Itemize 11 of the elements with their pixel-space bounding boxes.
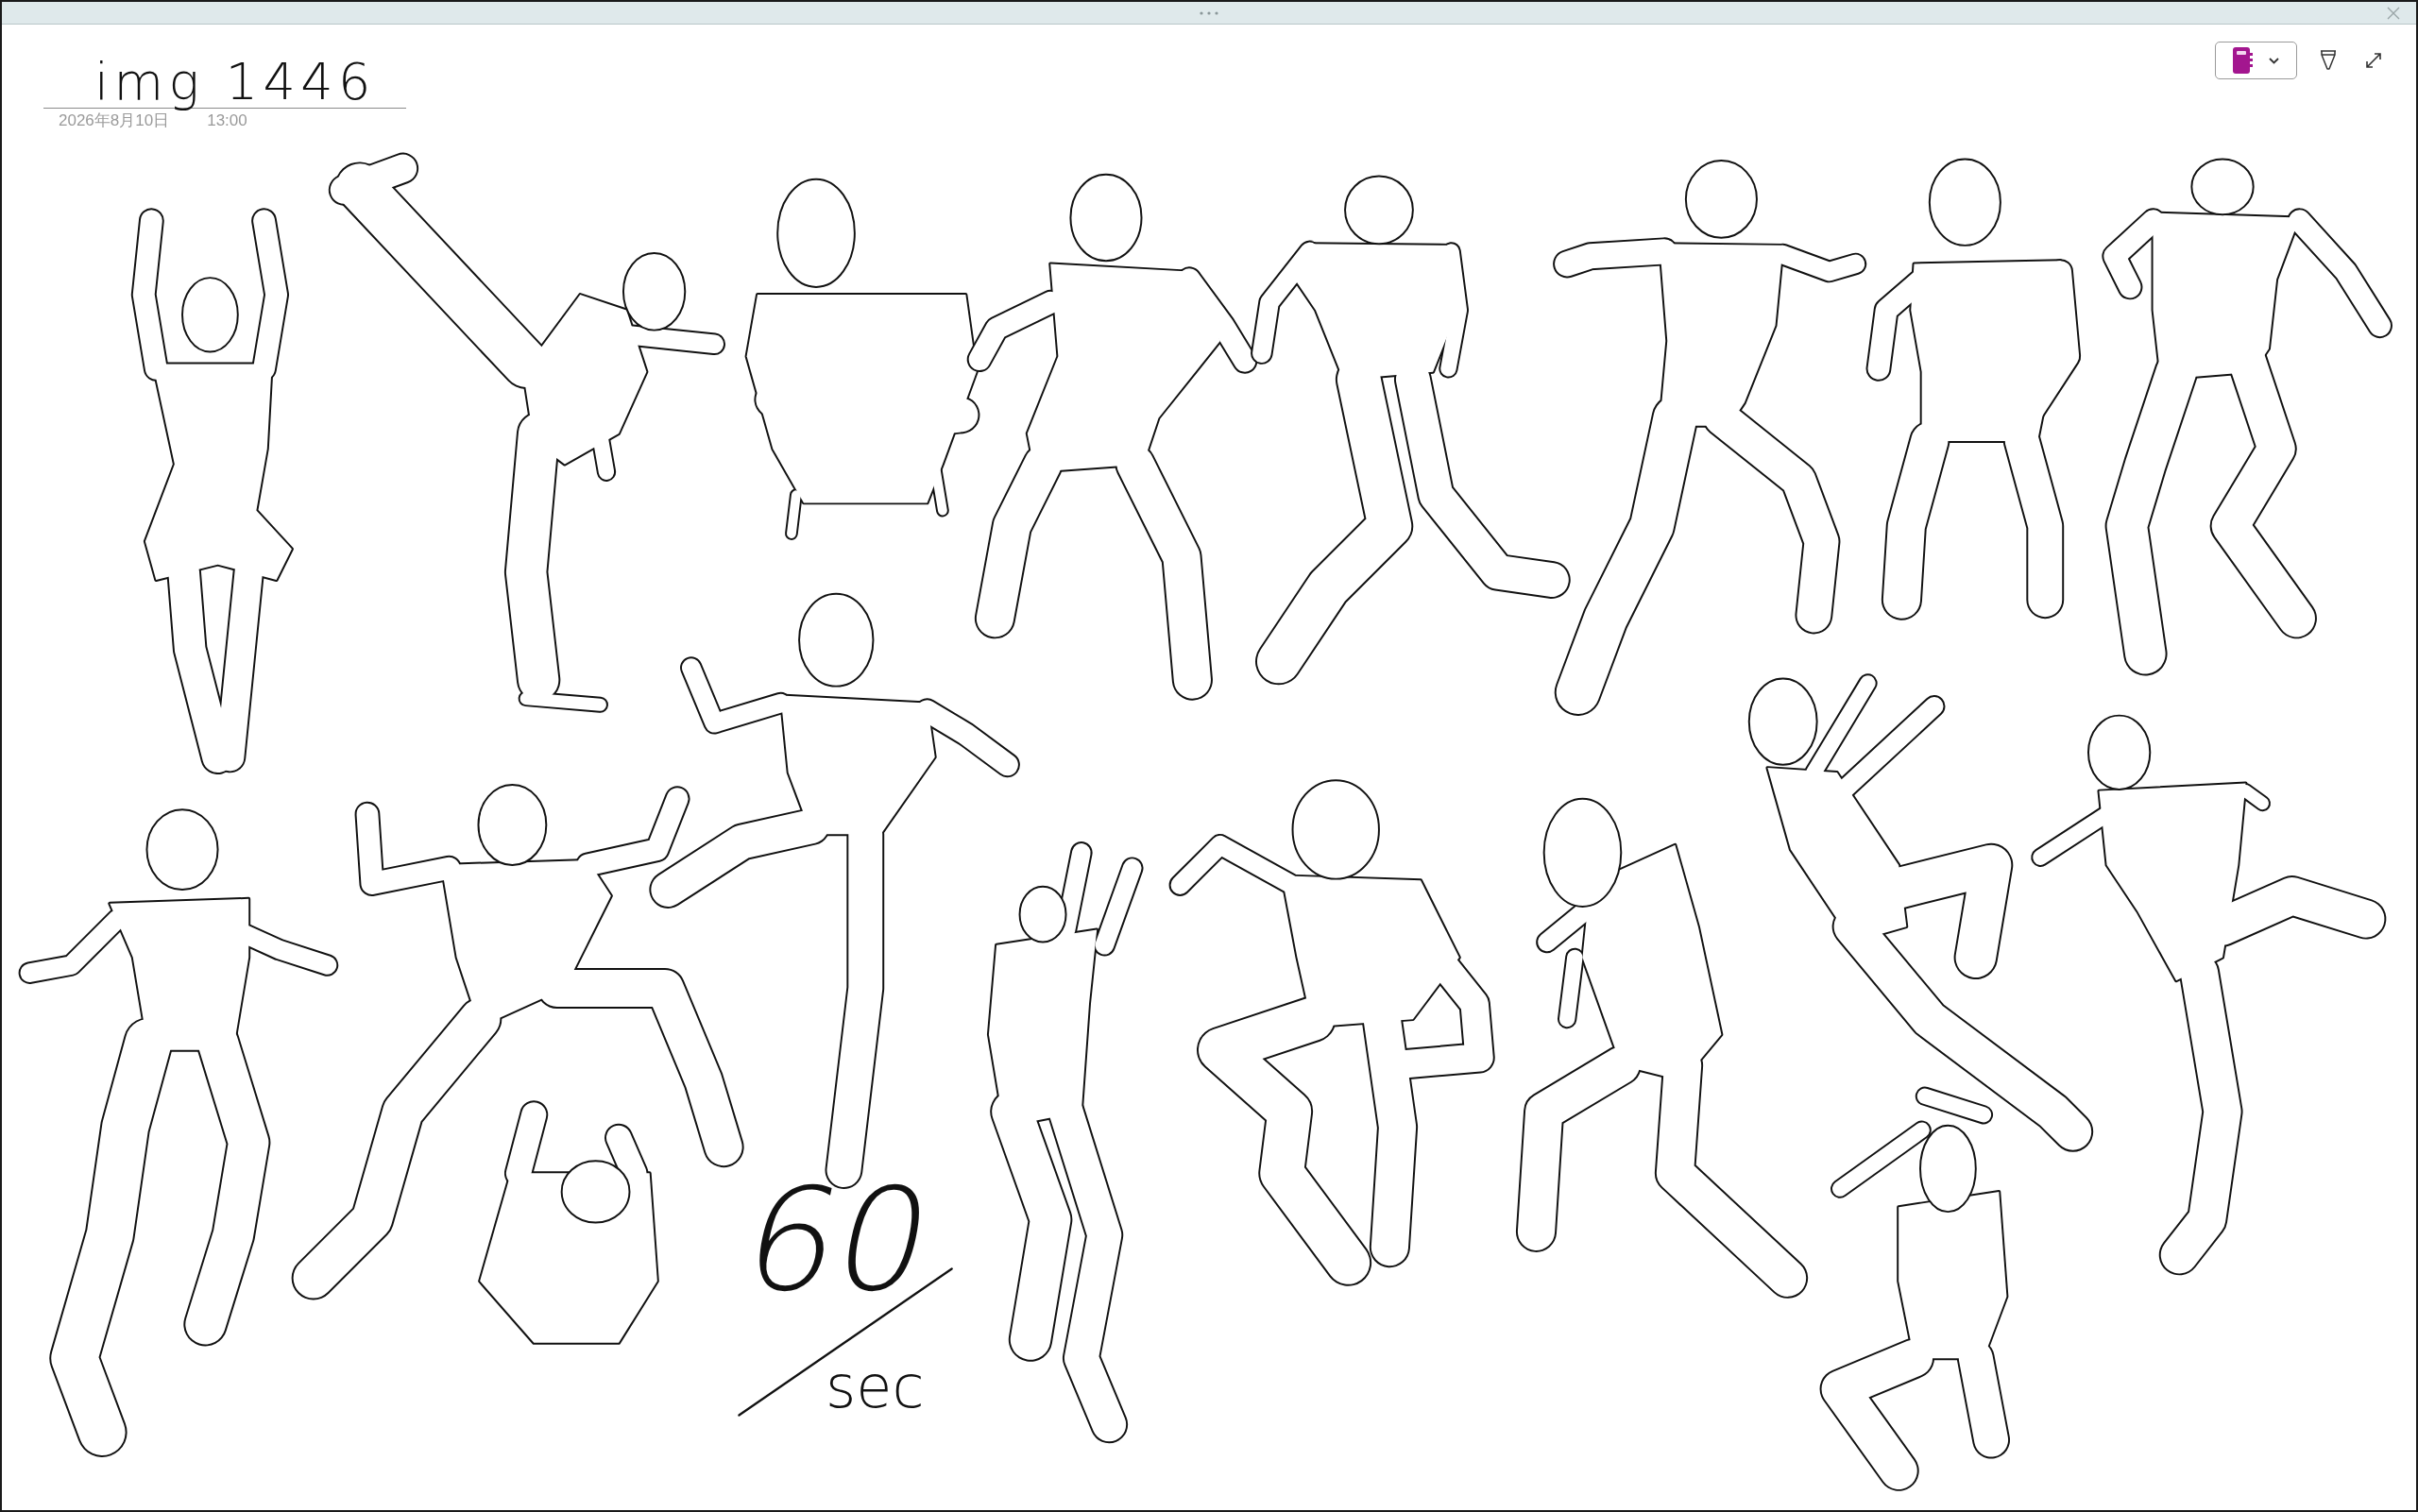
notebook-dropdown[interactable]	[2215, 42, 2297, 79]
notebook-icon	[2233, 47, 2254, 74]
ink-number: 60	[733, 1169, 944, 1311]
chevron-down-icon	[2269, 57, 2279, 64]
ink-unit: sec	[826, 1358, 925, 1417]
drag-handle-icon[interactable]	[1200, 10, 1218, 15]
page-time: 13:00	[207, 112, 247, 128]
close-icon	[2387, 6, 2400, 20]
pen-icon	[2320, 50, 2337, 71]
page-date: 2026年8月10日	[59, 112, 170, 128]
expand-icon	[2365, 52, 2382, 69]
